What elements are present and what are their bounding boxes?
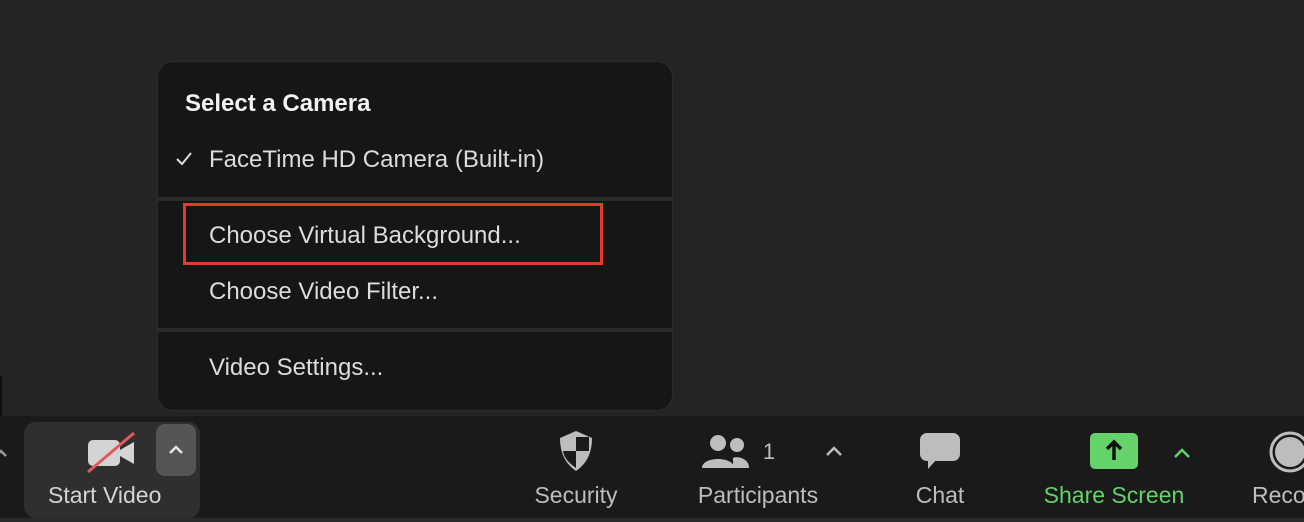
record-icon [1269,431,1304,473]
menu-separator [158,328,672,332]
chat-button[interactable]: Chat [905,432,975,509]
menu-item-video-settings[interactable]: Video Settings... [209,354,383,382]
audio-options-caret-icon[interactable] [0,446,8,462]
menu-separator [158,197,672,201]
checkmark-icon [176,152,192,166]
security-label: Security [534,482,618,508]
menu-item-virtual-background[interactable]: Choose Virtual Background... [209,222,521,250]
video-off-icon [87,432,135,474]
left-edge-divider [0,376,2,416]
start-video-label: Start Video [48,482,162,508]
menu-item-video-filter[interactable]: Choose Video Filter... [209,278,438,306]
camera-menu: Select a Camera FaceTime HD Camera (Buil… [157,61,673,411]
participants-label: Participants [697,482,819,508]
chat-label: Chat [915,482,965,508]
shield-icon [560,431,592,471]
record-button[interactable]: Reco [1250,430,1304,518]
chevron-up-icon [169,445,183,454]
share-screen-icon [1090,433,1138,469]
toolbar-bottom-border [0,518,1304,522]
video-options-button[interactable] [156,424,196,476]
share-options-chevron-icon[interactable] [1173,448,1191,460]
record-label: Reco [1252,482,1304,508]
participants-options-chevron-icon[interactable] [825,446,843,458]
share-screen-button[interactable]: Share Screen [1036,433,1192,509]
participant-count: 1 [762,439,776,464]
menu-item-facetime-camera[interactable]: FaceTime HD Camera (Built-in) [209,146,544,174]
chat-bubble-icon [920,433,960,469]
participants-icon [701,435,749,468]
security-button[interactable]: Security [529,430,623,509]
participants-button[interactable]: 1 Participants [690,432,826,509]
menu-title: Select a Camera [185,90,371,117]
share-screen-label: Share Screen [1043,482,1185,508]
